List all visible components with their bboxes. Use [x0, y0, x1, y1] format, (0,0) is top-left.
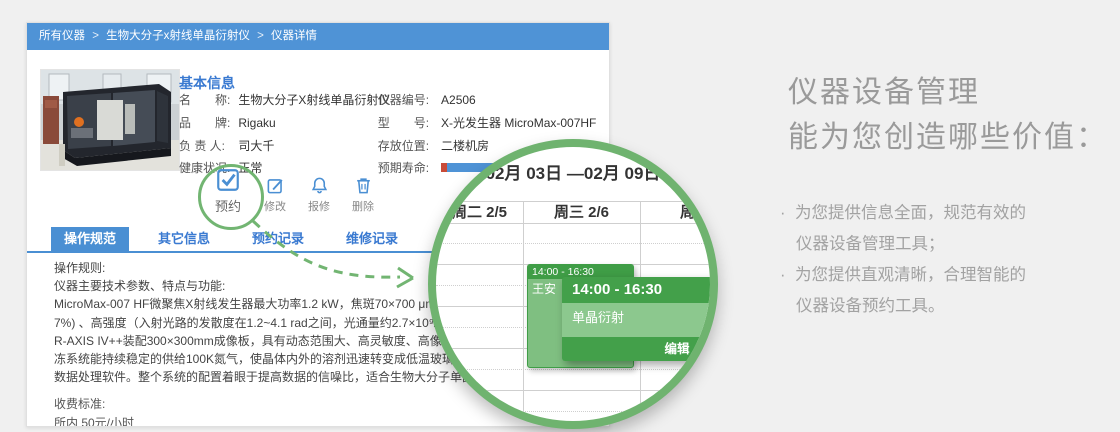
calendar-week-range: 02月 03日 —02月 09日	[485, 164, 661, 183]
bell-icon	[311, 177, 327, 194]
field-value-brand: Rigaku	[238, 116, 276, 130]
edit-pencil-icon	[267, 179, 283, 194]
fee-title: 收费标准:	[54, 397, 106, 411]
checkbox-check-icon	[217, 169, 239, 191]
event-cancel-button[interactable]: 取消	[699, 342, 710, 356]
calendar-grid-line	[436, 390, 710, 391]
promo-bullet-list: · 为您提供信息全面，规范有效的 仪器设备管理工具； · 为您提供直观清晰，合理…	[778, 198, 1118, 322]
breadcrumb-item-detail: 仪器详情	[271, 30, 317, 42]
event-popup-actions: 编辑 取消	[562, 337, 710, 361]
breadcrumb-item-instrument[interactable]: 生物大分子x射线单晶衍射仪	[106, 30, 250, 42]
field-label-manager: 负 责 人:	[179, 139, 226, 153]
bullet-line: 为您提供直观清晰，合理智能的	[795, 266, 1026, 284]
field-value-health: 正常	[238, 161, 263, 175]
delete-button[interactable]: 删除	[343, 176, 383, 214]
equipment-photo-illustration	[41, 70, 179, 170]
event-popup-time: 14:00 - 16:30	[562, 277, 710, 303]
promo-bullet-item: · 为您提供信息全面，规范有效的 仪器设备管理工具；	[778, 198, 1118, 260]
field-label-brand: 品 牌:	[179, 116, 231, 130]
promo-bullet-item: · 为您提供直观清晰，合理智能的 仪器设备预约工具。	[778, 260, 1118, 322]
delete-button-label: 删除	[352, 201, 374, 213]
event-popup-title: 单晶衍射	[562, 303, 710, 337]
bullet-line: 为您提供信息全面，规范有效的	[795, 204, 1026, 222]
field-label-model: 型 号:	[377, 116, 430, 130]
fee-standard-text: 收费标准: 所内 50元/小时 所外100元/小时	[54, 395, 137, 427]
field-label-lifespan: 预期寿命:	[377, 161, 430, 175]
field-label-name: 名 称:	[179, 93, 231, 107]
tab-reservation-records[interactable]: 预约记录	[239, 227, 317, 251]
promo-heading: 仪器设备管理 能为您创造哪些价值：	[788, 70, 1108, 160]
trash-icon	[356, 178, 370, 194]
event-popup: 14:00 - 16:30 单晶衍射 编辑 取消	[562, 277, 710, 361]
calendar-grid-line	[436, 243, 710, 244]
promo-heading-line2: 能为您创造哪些价值：	[788, 121, 1108, 154]
reserve-button-label: 预约	[214, 199, 241, 214]
tab-other-info[interactable]: 其它信息	[145, 227, 223, 251]
event-edit-button[interactable]: 编辑	[664, 342, 689, 356]
calendar-grid-line	[523, 201, 524, 421]
field-value-number: A2506	[441, 93, 476, 107]
bullet-dot: ·	[780, 204, 786, 222]
field-value-name: 生物大分子X射线单晶衍射仪	[238, 93, 391, 107]
day-header-thu: 周四	[679, 204, 710, 221]
field-label-location: 存放位置:	[377, 139, 430, 153]
breadcrumb: 所有仪器 > 生物大分子x射线单晶衍射仪 > 仪器详情	[27, 23, 609, 50]
bullet-dot: ·	[780, 266, 786, 284]
fee-line-internal: 所内 50元/小时	[54, 415, 135, 427]
repair-button-label: 报修	[308, 201, 330, 213]
basic-info-row: 名 称: 生物大分子X射线单晶衍射仪 仪器编号: A2506	[179, 91, 591, 107]
tab-repair-records[interactable]: 维修记录	[333, 227, 411, 251]
calendar-magnifier: 02月 03日 —02月 09日 周二 2/5 周三 2/6 周四 14:00 …	[428, 139, 718, 429]
edit-button-label: 修改	[264, 201, 286, 213]
calendar-grid-line	[436, 369, 710, 370]
basic-info-row: 品 牌: Rigaku 型 号: X-光发生器 MicroMax-007HF	[179, 114, 597, 130]
calendar-grid-line	[436, 411, 710, 412]
edit-button[interactable]: 修改	[255, 176, 295, 214]
field-value-manager: 司大千	[238, 139, 275, 153]
calendar-grid-line	[436, 223, 710, 224]
day-header-tue: 周二 2/5	[451, 204, 508, 221]
field-value-model: X-光发生器 MicroMax-007HF	[441, 116, 597, 130]
day-header-wed: 周三 2/6	[553, 204, 610, 221]
breadcrumb-item-all[interactable]: 所有仪器	[39, 30, 85, 42]
field-label-number: 仪器编号:	[377, 93, 430, 107]
repair-button[interactable]: 报修	[299, 176, 339, 214]
bullet-line: 仪器设备管理工具；	[796, 235, 945, 253]
basic-info-title: 基本信息	[179, 75, 235, 91]
breadcrumb-separator: >	[257, 30, 264, 42]
tab-operation-rules[interactable]: 操作规范	[51, 227, 130, 251]
breadcrumb-separator: >	[92, 30, 99, 42]
equipment-photo	[40, 69, 180, 171]
promo-heading-line1: 仪器设备管理	[788, 76, 980, 109]
reserve-button[interactable]: 预约	[203, 167, 253, 215]
bullet-line: 仪器设备预约工具。	[796, 297, 945, 315]
tab-bar: 操作规范 其它信息 预约记录 维修记录 统计	[51, 227, 495, 251]
